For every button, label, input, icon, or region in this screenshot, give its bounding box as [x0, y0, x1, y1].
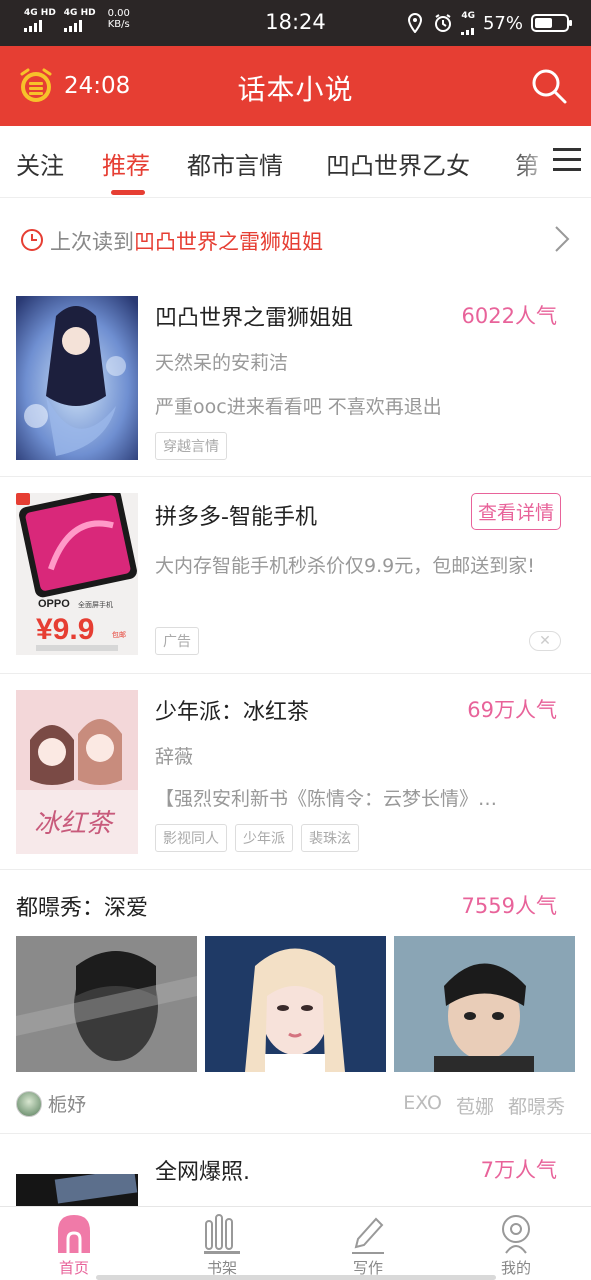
search-icon[interactable]: [529, 66, 569, 106]
ad-title: 拼多多-智能手机: [155, 505, 317, 530]
divider: [0, 673, 591, 674]
book-description: 严重ooc进来看看吧 不喜欢再退出: [155, 396, 442, 418]
book-cover: [16, 1174, 138, 1206]
divider: [0, 476, 591, 477]
feature-photo: [16, 936, 197, 1072]
ad-item[interactable]: OPPO 全面屏手机 ¥9.9 包邮 拼多多-智能手机 查看详情 大内存智能手机…: [0, 493, 591, 663]
ad-cover-suffix: 包邮: [112, 630, 126, 639]
last-read-bar[interactable]: 上次读到凹凸世界之雷狮姐姐: [0, 214, 591, 266]
book-popularity: 69万人气: [467, 698, 557, 722]
avatar: [16, 1090, 42, 1117]
status-bar: 4G HD 4G HD 0.00 KB/s 18:24 4G 57%: [0, 0, 591, 46]
book-author: 天然呆的安莉洁: [155, 352, 289, 374]
book-tag[interactable]: 少年派: [235, 824, 293, 852]
divider: [0, 869, 591, 870]
battery-text: 57%: [482, 12, 523, 34]
bookshelf-icon: [204, 1214, 240, 1254]
tab-aotu-world[interactable]: 凹凸世界乙女: [326, 146, 470, 181]
ad-tag: 广告: [155, 627, 199, 655]
book-popularity: 6022人气: [461, 304, 557, 328]
feature-tag[interactable]: 都暻秀: [508, 1092, 565, 1119]
app-title: 话本小说: [237, 73, 354, 106]
close-ad-button[interactable]: ✕: [529, 631, 561, 651]
feature-tags: EXO 苞娜 都暻秀: [403, 1092, 565, 1119]
last-read-text: 上次读到凹凸世界之雷狮姐姐: [50, 226, 323, 256]
book-tag[interactable]: 裴珠泫: [301, 824, 359, 852]
pencil-icon: [352, 1217, 384, 1254]
location-icon: [405, 13, 425, 33]
divider: [0, 1133, 591, 1134]
ad-cover: OPPO 全面屏手机 ¥9.9 包邮: [16, 493, 138, 655]
nav-write[interactable]: 写作: [318, 1213, 418, 1278]
feature-title: 都暻秀：深爱: [16, 896, 149, 921]
home-indicator[interactable]: [96, 1275, 496, 1280]
book-cover: 冰红茶: [16, 690, 138, 854]
category-tabs: 关注 推荐 都市言情 凹凸世界乙女 第: [0, 126, 591, 198]
feature-photo: [205, 936, 386, 1072]
tag-list: 影视同人 少年派 裴珠泫: [155, 824, 359, 852]
profile-icon: [502, 1215, 530, 1254]
last-read-prefix: 上次读到: [50, 230, 134, 254]
nav-bookshelf[interactable]: 书架: [172, 1213, 272, 1278]
book-description: 【强烈安利新书《陈情令：云梦长情》…: [155, 788, 498, 810]
ad-description: 大内存智能手机秒杀价仅9.9元，包邮送到家!: [155, 555, 535, 577]
feature-photo: [394, 936, 575, 1072]
tag-list: 穿越言情: [155, 432, 227, 460]
tag-list: 广告: [155, 627, 199, 655]
author-name: 栀妤: [48, 1094, 87, 1116]
book-title: 少年派：冰红茶: [155, 700, 310, 725]
nav-home[interactable]: 首页: [24, 1213, 124, 1278]
view-details-button[interactable]: 查看详情: [470, 493, 561, 530]
ad-cover-brand: OPPO: [38, 598, 70, 610]
book-tag[interactable]: 影视同人: [155, 824, 227, 852]
book-author: 辞薇: [155, 746, 194, 768]
nav-profile[interactable]: 我的: [466, 1213, 566, 1278]
ad-cover-price: ¥9.9: [36, 613, 94, 646]
battery-icon: [531, 14, 572, 32]
feature-tag[interactable]: 苞娜: [456, 1092, 494, 1119]
active-tab-indicator: [111, 190, 145, 195]
ad-cover-caption: 全面屏手机: [78, 600, 113, 609]
book-title: 凹凸世界之雷狮姐姐: [155, 306, 354, 331]
tab-recommend[interactable]: 推荐: [102, 146, 150, 181]
list-item[interactable]: 冰红茶 少年派：冰红茶 69万人气 辞薇 【强烈安利新书《陈情令：云梦长情》… …: [0, 690, 591, 860]
book-title: 全网爆照.: [155, 1160, 250, 1185]
home-icon: [58, 1215, 90, 1253]
feature-author[interactable]: 栀妤: [16, 1090, 86, 1117]
list-item[interactable]: 全网爆照. 7万人气: [0, 1150, 591, 1206]
tab-follow[interactable]: 关注: [16, 146, 64, 181]
app-bar: 24:08 话本小说: [0, 46, 591, 126]
chevron-right-icon: [555, 226, 570, 252]
book-tag[interactable]: 穿越言情: [155, 432, 227, 460]
last-read-title: 凹凸世界之雷狮姐姐: [134, 230, 323, 254]
feature-popularity: 7559人气: [461, 894, 557, 918]
list-item[interactable]: 凹凸世界之雷狮姐姐 6022人气 天然呆的安莉洁 严重ooc进来看看吧 不喜欢再…: [0, 296, 591, 476]
svg-text:冰红茶: 冰红茶: [34, 809, 116, 839]
alarm-icon: [433, 13, 453, 33]
feature-tag[interactable]: EXO: [403, 1092, 442, 1119]
signal-icon: 4G: [461, 11, 475, 35]
tab-urban-romance[interactable]: 都市言情: [187, 146, 283, 181]
network-label: 4G: [461, 11, 475, 21]
book-popularity: 7万人气: [480, 1158, 557, 1182]
book-cover: [16, 296, 138, 460]
history-clock-icon: [21, 229, 43, 251]
menu-icon[interactable]: [553, 148, 581, 172]
bottom-nav: 首页 书架 写作 我的: [0, 1206, 591, 1280]
